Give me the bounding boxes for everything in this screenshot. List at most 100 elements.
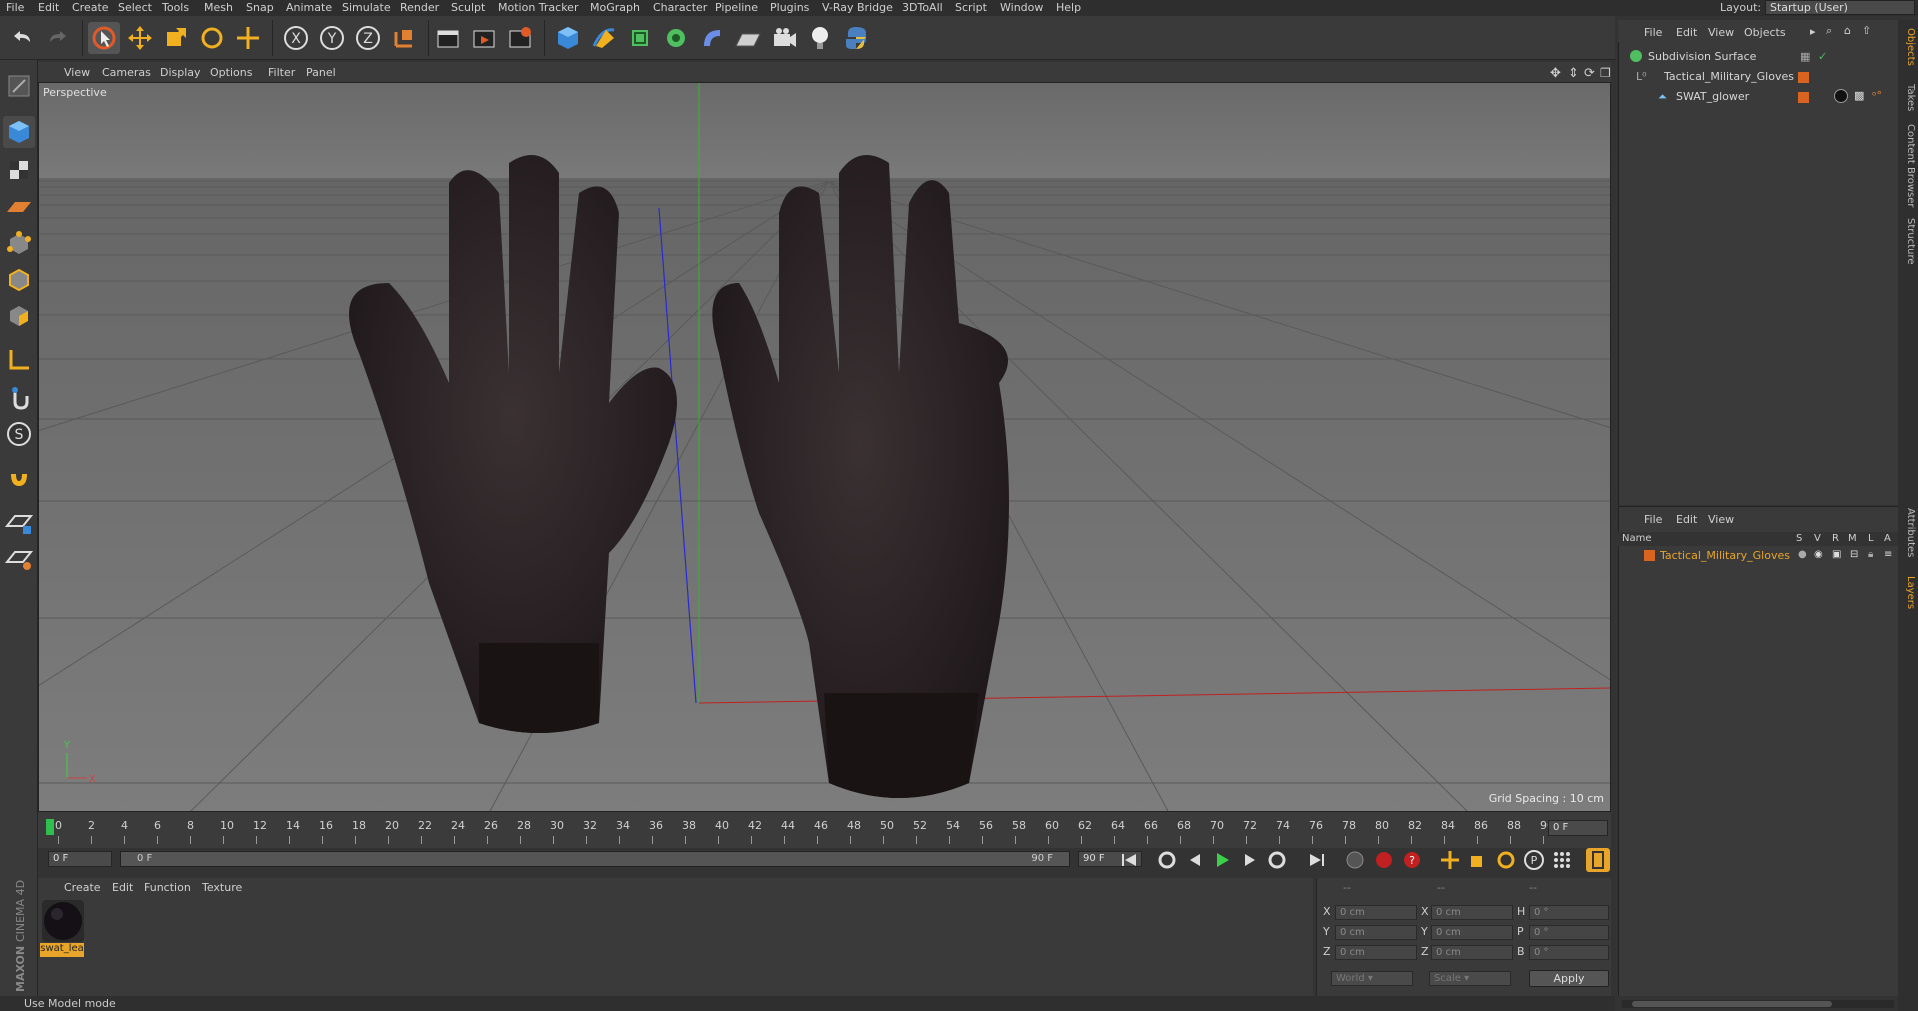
menu-create[interactable]: Create [72, 1, 109, 14]
object-row-tactical-military-gloves[interactable]: L⁰ Tactical_Military_Gloves [1622, 69, 1892, 89]
position-x-field[interactable]: 0 cm [1335, 905, 1417, 920]
layer-color-swatch[interactable] [1798, 92, 1809, 103]
record-icon[interactable] [1372, 848, 1396, 872]
size-x-field[interactable]: 0 cm [1431, 905, 1513, 920]
menu-sculpt[interactable]: Sculpt [451, 1, 485, 14]
layout-dropdown[interactable]: Startup (User) [1765, 0, 1915, 15]
menu-render[interactable]: Render [400, 1, 439, 14]
light-icon[interactable] [804, 22, 836, 54]
tab-structure[interactable]: Structure [1900, 218, 1916, 265]
key-rotation-icon[interactable] [1494, 848, 1518, 872]
model-mode-icon[interactable] [3, 116, 35, 148]
edges-mode-icon[interactable] [3, 264, 35, 296]
previous-keyframe-icon[interactable] [1155, 848, 1179, 872]
menu-animate[interactable]: Animate [286, 1, 332, 14]
apply-button[interactable]: Apply [1529, 970, 1609, 987]
next-frame-icon[interactable] [1238, 848, 1262, 872]
y-axis-lock-icon[interactable]: Y [316, 22, 348, 54]
menu-mograph[interactable]: MoGraph [590, 1, 640, 14]
texture-mode-icon[interactable] [3, 154, 35, 186]
viewport-maximize-icon[interactable]: ❐ [1600, 66, 1611, 80]
viewport-menu-filter[interactable]: Filter [268, 66, 295, 79]
layer-animation-icon[interactable]: ≡ [1884, 549, 1892, 560]
layer-visible-icon[interactable]: ◉ [1814, 549, 1823, 560]
current-frame-field[interactable]: 0 F [1548, 820, 1608, 836]
viewport-menu-panel[interactable]: Panel [306, 66, 336, 79]
objects-search-icon[interactable]: ⌕ [1826, 24, 1832, 38]
viewport-menu-options[interactable]: Options [210, 66, 252, 79]
layer-render-icon[interactable]: ▣ [1832, 549, 1841, 560]
tab-takes[interactable]: Takes [1900, 84, 1916, 111]
go-to-end-icon[interactable] [1305, 848, 1329, 872]
key-pla-icon[interactable] [1550, 848, 1574, 872]
undo-icon[interactable] [6, 22, 38, 54]
next-keyframe-icon[interactable] [1265, 848, 1289, 872]
objects-menu-edit[interactable]: Edit [1676, 26, 1697, 39]
object-row-subdivision-surface[interactable]: Subdivision Surface ▦ ✓ [1622, 49, 1892, 69]
objects-menu-objects[interactable]: Objects [1744, 26, 1786, 39]
viewport-menu-view[interactable]: View [64, 66, 90, 79]
polygons-mode-icon[interactable] [3, 300, 35, 332]
size-z-field[interactable]: 0 cm [1431, 945, 1513, 960]
material-menu-edit[interactable]: Edit [112, 881, 133, 894]
key-parameter-icon[interactable]: P [1522, 848, 1546, 872]
layer-manager-icon[interactable]: ⊟ [1850, 549, 1858, 560]
axis-mode-icon[interactable] [3, 344, 35, 376]
layer-solo-icon[interactable]: ● [1798, 549, 1807, 560]
x-axis-lock-icon[interactable]: X [280, 22, 312, 54]
render-picture-viewer-icon[interactable] [468, 22, 500, 54]
menu-3dtoall[interactable]: 3DToAll [902, 1, 943, 14]
viewport-rotate-icon[interactable]: ⟳ [1584, 66, 1595, 81]
material-name-label[interactable]: swat_lea [40, 943, 84, 957]
position-z-field[interactable]: 0 cm [1335, 945, 1417, 960]
python-icon[interactable] [840, 22, 872, 54]
floor-icon[interactable] [732, 22, 764, 54]
objects-home-icon[interactable]: ⌂ [1844, 24, 1851, 37]
snap-icon[interactable]: S [3, 418, 35, 450]
layer-color-swatch[interactable] [1644, 550, 1655, 561]
points-mode-icon[interactable] [3, 228, 35, 260]
magnet-icon[interactable] [3, 462, 35, 494]
rotation-p-field[interactable]: 0 ° [1529, 925, 1609, 940]
subdivision-enabled-check-icon[interactable]: ✓ [1818, 50, 1827, 63]
menu-pipeline[interactable]: Pipeline [715, 1, 758, 14]
menu-simulate[interactable]: Simulate [342, 1, 391, 14]
planar-workplane-icon[interactable] [3, 542, 35, 574]
uvw-tag-icon[interactable]: ▩ [1854, 89, 1864, 102]
rotate-icon[interactable] [196, 22, 228, 54]
key-scale-icon[interactable] [1466, 848, 1490, 872]
transform-icon[interactable] [232, 22, 264, 54]
redo-icon[interactable] [42, 22, 74, 54]
menu-window[interactable]: Window [1000, 1, 1043, 14]
deformer-icon[interactable] [696, 22, 728, 54]
rotation-b-field[interactable]: 0 ° [1529, 945, 1609, 960]
menu-plugins[interactable]: Plugins [770, 1, 809, 14]
rotation-h-field[interactable]: 0 ° [1529, 905, 1609, 920]
layer-row[interactable]: Tactical_Military_Gloves ● ◉ ▣ ⊟ 🔒︎ ≡ [1622, 548, 1892, 564]
objects-more-icon[interactable]: ▸ [1810, 25, 1816, 38]
menu-character[interactable]: Character [653, 1, 707, 14]
cube-object-icon[interactable] [552, 22, 584, 54]
pen-spline-icon[interactable] [588, 22, 620, 54]
material-swatch[interactable] [42, 900, 84, 942]
make-editable-icon[interactable] [3, 70, 35, 102]
live-selection-icon[interactable] [88, 22, 120, 54]
material-menu-create[interactable]: Create [64, 881, 101, 894]
layer-color-swatch[interactable] [1798, 72, 1809, 83]
coordinate-system-icon[interactable] [388, 22, 420, 54]
material-tag-icon[interactable] [1834, 89, 1848, 103]
keyframe-selection-icon[interactable] [1343, 848, 1367, 872]
z-axis-lock-icon[interactable]: Z [352, 22, 384, 54]
size-mode-dropdown[interactable]: Scale ▾ [1429, 971, 1511, 986]
material-menu-texture[interactable]: Texture [202, 881, 242, 894]
position-y-field[interactable]: 0 cm [1335, 925, 1417, 940]
size-y-field[interactable]: 0 cm [1431, 925, 1513, 940]
coordinate-space-dropdown[interactable]: World ▾ [1331, 971, 1413, 986]
tweak-mode-icon[interactable] [3, 382, 35, 414]
start-frame-field[interactable]: 0 F [48, 851, 112, 867]
objects-up-icon[interactable]: ⇧ [1862, 24, 1871, 37]
menu-select[interactable]: Select [118, 1, 152, 14]
workplane-icon[interactable] [3, 190, 35, 222]
menu-vray-bridge[interactable]: V-Ray Bridge [822, 1, 893, 14]
layers-menu-edit[interactable]: Edit [1676, 513, 1697, 526]
